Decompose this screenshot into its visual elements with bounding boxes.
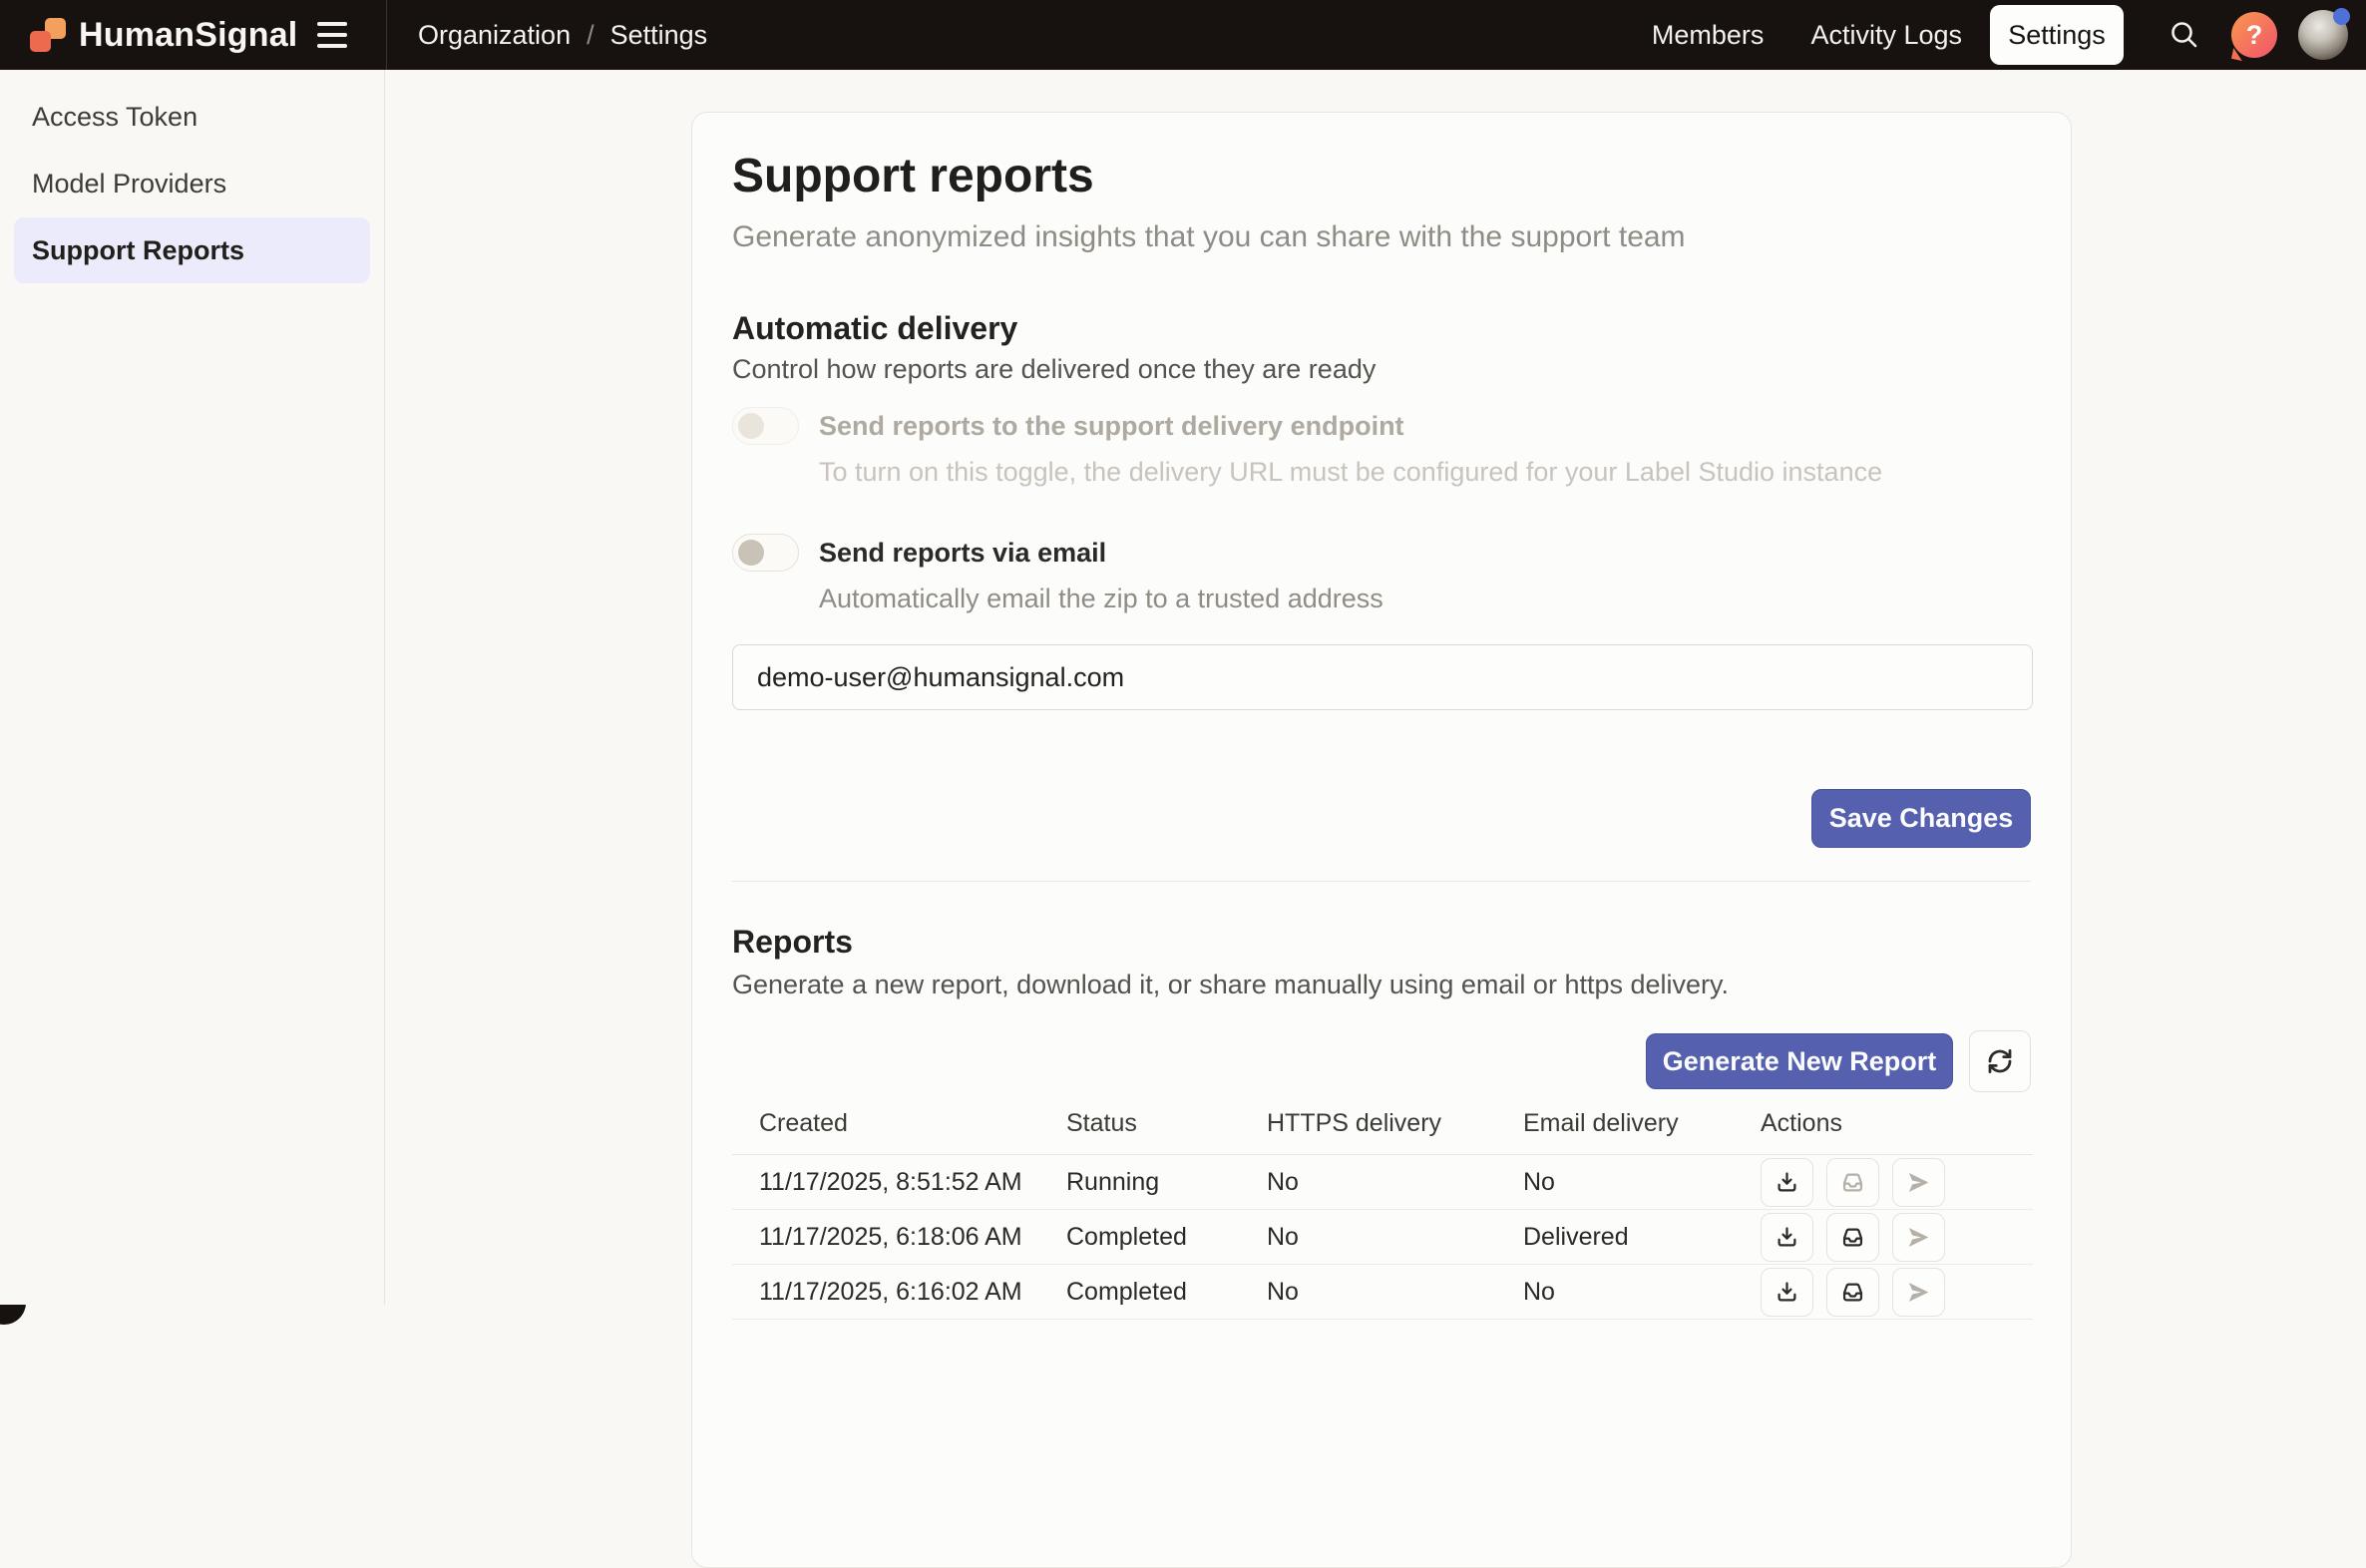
download-report-button[interactable] [1761, 1213, 1813, 1262]
app-logo[interactable]: HumanSignal [30, 0, 297, 70]
email-field[interactable] [732, 644, 2033, 710]
nav-settings-active[interactable]: Settings [1990, 5, 2124, 65]
cell-status: Completed [1066, 1265, 1267, 1320]
reports-heading: Reports [732, 922, 2031, 962]
cell-https-delivery: No [1267, 1210, 1523, 1265]
https-endpoint-toggle-label: Send reports to the support delivery end… [819, 409, 1882, 443]
hamburger-menu-icon[interactable] [317, 19, 351, 51]
email-reports-toggle-label: Send reports via email [819, 536, 1383, 570]
save-changes-button[interactable]: Save Changes [1811, 789, 2031, 848]
inbox-icon [1839, 1169, 1866, 1196]
help-icon[interactable]: ? [2231, 12, 2277, 58]
cell-created: 11/17/2025, 8:51:52 AM [732, 1155, 1066, 1210]
toggle-row-https-endpoint: Send reports to the support delivery end… [732, 407, 2031, 489]
generate-new-report-button[interactable]: Generate New Report [1646, 1033, 1953, 1089]
resend-https-button [1892, 1268, 1945, 1317]
reports-description: Generate a new report, download it, or s… [732, 968, 2031, 1001]
section-divider [732, 881, 2031, 882]
column-status: Status [1066, 1109, 1267, 1155]
cell-email-delivery: No [1523, 1265, 1761, 1320]
breadcrumb: Organization / Settings [418, 0, 707, 70]
breadcrumb-settings[interactable]: Settings [610, 20, 708, 51]
search-icon[interactable] [2168, 18, 2201, 52]
refresh-icon [1985, 1046, 2015, 1076]
https-endpoint-toggle-help: To turn on this toggle, the delivery URL… [819, 455, 1882, 489]
toggle-row-email: Send reports via email Automatically ema… [732, 534, 2031, 615]
settings-sidebar: Access Token Model Providers Support Rep… [0, 70, 385, 1305]
email-reports-toggle-help: Automatically email the zip to a trusted… [819, 582, 1383, 615]
page-title: Support reports [732, 149, 2031, 204]
cell-created: 11/17/2025, 6:16:02 AM [732, 1265, 1066, 1320]
help-question-mark: ? [2246, 20, 2263, 51]
user-avatar[interactable] [2298, 10, 2348, 60]
resend-email-button[interactable] [1826, 1213, 1879, 1262]
cell-status: Running [1066, 1155, 1267, 1210]
table-row: 11/17/2025, 6:18:06 AM Completed No Deli… [732, 1210, 2033, 1265]
automatic-delivery-heading: Automatic delivery [732, 308, 2031, 348]
breadcrumb-separator: / [587, 20, 594, 51]
sidebar-item-support-reports[interactable]: Support Reports [14, 217, 370, 283]
resend-https-button [1892, 1158, 1945, 1207]
nav-activity-logs[interactable]: Activity Logs [1810, 20, 1962, 51]
page-subtitle: Generate anonymized insights that you ca… [732, 220, 2031, 254]
support-reports-card: Support reports Generate anonymized insi… [691, 112, 2072, 1568]
sidebar-item-access-token[interactable]: Access Token [14, 84, 370, 150]
resend-email-button[interactable] [1826, 1268, 1879, 1317]
avatar-status-badge [2333, 8, 2350, 25]
humansignal-logo-icon [30, 17, 66, 53]
header-divider [386, 0, 387, 70]
resend-https-button [1892, 1213, 1945, 1262]
https-endpoint-toggle [732, 407, 799, 445]
sidebar-item-model-providers[interactable]: Model Providers [14, 151, 370, 216]
download-icon [1774, 1224, 1800, 1251]
column-https-delivery: HTTPS delivery [1267, 1109, 1523, 1155]
cell-https-delivery: No [1267, 1265, 1523, 1320]
cell-status: Completed [1066, 1210, 1267, 1265]
send-icon [1905, 1169, 1932, 1196]
table-row: 11/17/2025, 8:51:52 AM Running No No [732, 1155, 2033, 1210]
column-actions: Actions [1761, 1109, 2033, 1155]
table-header-row: Created Status HTTPS delivery Email deli… [732, 1109, 2033, 1155]
download-report-button[interactable] [1761, 1268, 1813, 1317]
reports-table: Created Status HTTPS delivery Email deli… [732, 1109, 2033, 1320]
top-header: HumanSignal Organization / Settings Memb… [0, 0, 2366, 70]
inbox-icon [1839, 1279, 1866, 1306]
automatic-delivery-description: Control how reports are delivered once t… [732, 352, 2031, 386]
column-email-delivery: Email delivery [1523, 1109, 1761, 1155]
download-icon [1774, 1169, 1800, 1196]
header-right-nav: Members Activity Logs Settings ? [1652, 0, 2348, 70]
column-created: Created [732, 1109, 1066, 1155]
cell-created: 11/17/2025, 6:18:06 AM [732, 1210, 1066, 1265]
table-row: 11/17/2025, 6:16:02 AM Completed No No [732, 1265, 2033, 1320]
breadcrumb-organization[interactable]: Organization [418, 20, 571, 51]
send-icon [1905, 1279, 1932, 1306]
download-report-button[interactable] [1761, 1158, 1813, 1207]
refresh-button[interactable] [1969, 1030, 2031, 1092]
nav-members[interactable]: Members [1652, 20, 1765, 51]
download-icon [1774, 1279, 1800, 1306]
send-icon [1905, 1224, 1932, 1251]
inbox-icon [1839, 1224, 1866, 1251]
resend-email-button [1826, 1158, 1879, 1207]
cell-email-delivery: No [1523, 1155, 1761, 1210]
email-reports-toggle[interactable] [732, 534, 799, 572]
cell-email-delivery: Delivered [1523, 1210, 1761, 1265]
cell-https-delivery: No [1267, 1155, 1523, 1210]
app-logo-text: HumanSignal [79, 16, 297, 55]
